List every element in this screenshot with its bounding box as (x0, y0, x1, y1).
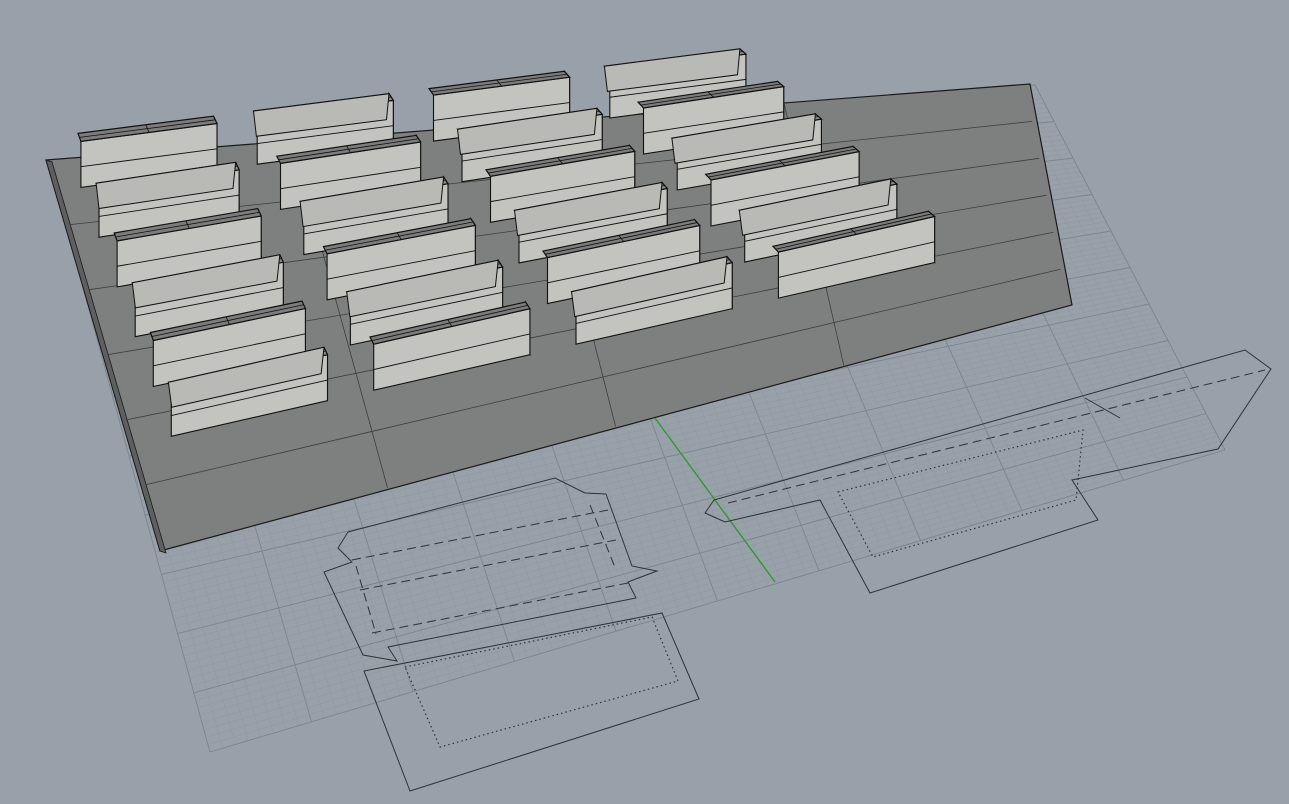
flat-pattern-1[interactable] (323, 477, 700, 792)
pattern-glue-area (837, 429, 1084, 558)
pattern-fold-4 (355, 565, 377, 635)
perspective-viewport[interactable] (0, 0, 1289, 804)
pattern-flap (1084, 397, 1121, 419)
pattern-fold-1 (351, 509, 609, 561)
pattern-lower-panel (363, 612, 700, 792)
